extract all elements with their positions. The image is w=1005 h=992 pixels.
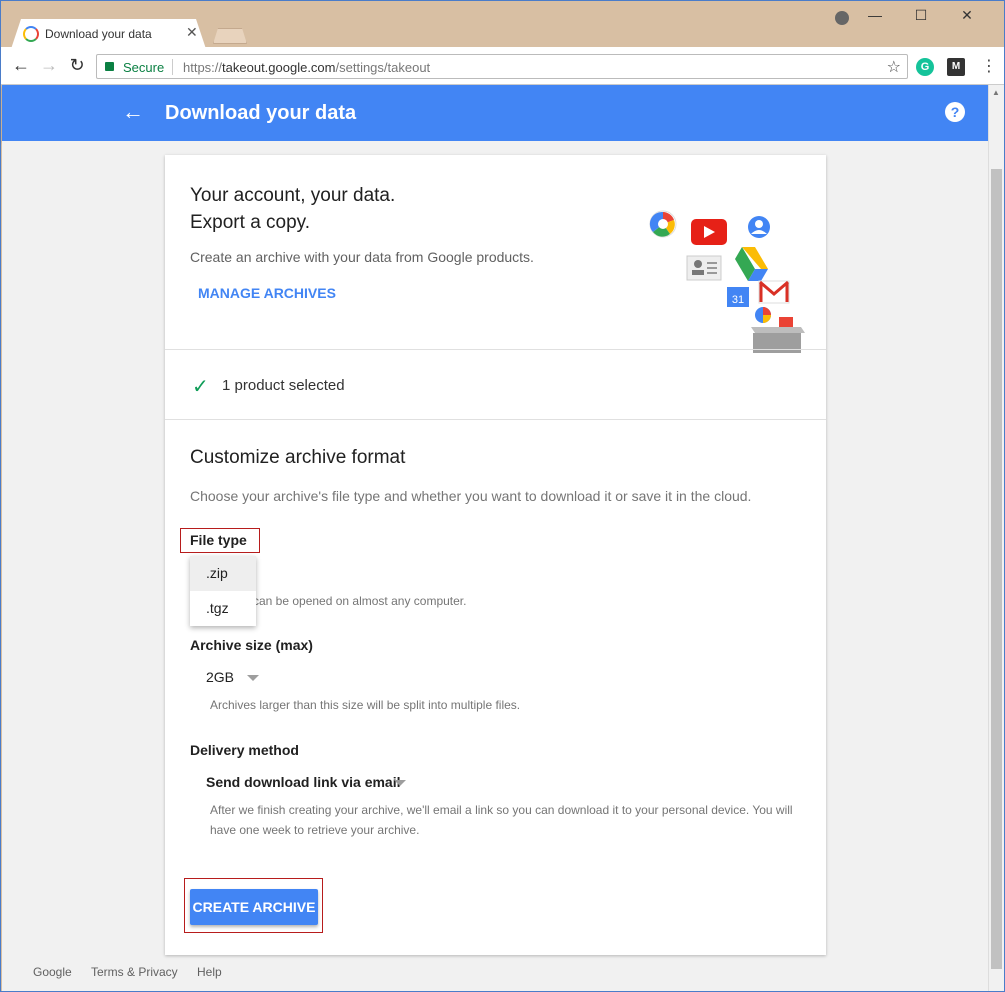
takeout-card: Your account, your data. Export a copy. … bbox=[165, 155, 826, 955]
scroll-thumb[interactable] bbox=[991, 169, 1002, 969]
footer-link-help[interactable]: Help bbox=[197, 965, 222, 979]
address-bar[interactable]: Secure https://takeout.google.com/settin… bbox=[96, 54, 908, 79]
account-icon[interactable] bbox=[835, 11, 849, 25]
browser-menu-icon[interactable]: ⋮ bbox=[981, 56, 997, 76]
checkmark-icon: ✓ bbox=[192, 374, 209, 399]
lock-icon bbox=[105, 62, 114, 71]
minimize-icon[interactable]: — bbox=[852, 7, 898, 24]
hero-subtitle: Create an archive with your data from Go… bbox=[190, 249, 534, 265]
hero-title: Your account, your data. Export a copy. bbox=[190, 182, 395, 236]
scroll-up-icon[interactable]: ▲ bbox=[992, 88, 1000, 97]
archive-box-icon bbox=[751, 307, 805, 353]
products-selected-summary[interactable]: 1 product selected bbox=[222, 377, 345, 394]
footer-link-google[interactable]: Google bbox=[33, 965, 72, 979]
grammarly-extension-icon[interactable]: G bbox=[916, 58, 934, 76]
product-icons-illustration: 31 bbox=[645, 205, 805, 355]
bookmark-star-icon[interactable]: ☆ bbox=[887, 57, 901, 77]
google-favicon-icon bbox=[23, 26, 39, 42]
contacts-icon bbox=[687, 256, 721, 280]
url-host: takeout.google.com bbox=[222, 60, 335, 75]
delivery-helper-line2: have one week to retrieve your archive. bbox=[210, 823, 419, 837]
address-separator bbox=[172, 59, 173, 75]
window-controls: — ☐ ✕ bbox=[852, 7, 990, 24]
calendar-day: 31 bbox=[732, 294, 744, 306]
page-title: Download your data bbox=[165, 102, 356, 125]
tab-title: Download your data bbox=[45, 27, 152, 41]
page-content: Your account, your data. Export a copy. … bbox=[2, 141, 988, 991]
maximize-icon[interactable]: ☐ bbox=[898, 7, 944, 24]
customize-format-title: Customize archive format bbox=[190, 447, 405, 469]
delivery-method-dropdown-icon[interactable] bbox=[394, 780, 406, 786]
delivery-helper-line1: After we finish creating your archive, w… bbox=[210, 803, 793, 817]
back-icon[interactable]: ← bbox=[10, 55, 32, 76]
forward-icon[interactable]: → bbox=[38, 55, 60, 76]
hero-title-line1: Your account, your data. bbox=[190, 182, 395, 209]
photos-icon bbox=[650, 211, 676, 237]
help-icon[interactable]: ? bbox=[945, 102, 965, 122]
section-divider bbox=[165, 349, 826, 350]
browser-tab[interactable]: Download your data ✕ bbox=[11, 19, 206, 49]
delivery-method-label: Delivery method bbox=[190, 742, 299, 758]
delivery-method-value[interactable]: Send download link via email bbox=[206, 774, 401, 790]
manage-archives-link[interactable]: MANAGE ARCHIVES bbox=[198, 285, 336, 301]
drive-icon bbox=[735, 247, 768, 281]
archive-size-value[interactable]: 2GB bbox=[206, 669, 234, 685]
title-bar: Download your data ✕ — ☐ ✕ bbox=[1, 1, 1004, 47]
m-extension-icon[interactable]: M bbox=[947, 58, 965, 76]
file-type-option-zip[interactable]: .zip bbox=[190, 556, 256, 591]
browser-window: Download your data ✕ — ☐ ✕ ← → ↻ Secure … bbox=[0, 0, 1005, 992]
url-scheme: https:// bbox=[183, 60, 222, 75]
app-header: ← Download your data ? bbox=[2, 85, 988, 141]
file-type-helper: can be opened on almost any computer. bbox=[253, 594, 466, 608]
section-divider bbox=[165, 419, 826, 420]
back-arrow-icon[interactable]: ← bbox=[122, 99, 144, 125]
profile-icon bbox=[748, 216, 770, 238]
close-window-icon[interactable]: ✕ bbox=[944, 7, 990, 24]
file-type-label: File type bbox=[190, 532, 247, 548]
url-text: https://takeout.google.com/settings/take… bbox=[183, 60, 430, 75]
secure-label: Secure bbox=[123, 60, 164, 75]
hero-title-line2: Export a copy. bbox=[190, 209, 395, 236]
browser-toolbar: ← → ↻ Secure https://takeout.google.com/… bbox=[1, 47, 1004, 85]
archive-size-helper: Archives larger than this size will be s… bbox=[210, 698, 520, 712]
create-archive-button[interactable]: CREATE ARCHIVE bbox=[190, 889, 318, 925]
file-type-option-tgz[interactable]: .tgz bbox=[190, 591, 256, 626]
product-icons-svg: 31 bbox=[645, 205, 805, 355]
tab-close-icon[interactable]: ✕ bbox=[186, 24, 198, 41]
new-tab-button[interactable] bbox=[213, 28, 247, 44]
archive-size-label: Archive size (max) bbox=[190, 637, 313, 653]
url-path: /settings/takeout bbox=[336, 60, 431, 75]
customize-format-description: Choose your archive's file type and whet… bbox=[190, 488, 751, 504]
scrollbar[interactable]: ▲ bbox=[988, 85, 1004, 991]
file-type-dropdown[interactable]: .zip .tgz bbox=[190, 556, 256, 626]
reload-icon[interactable]: ↻ bbox=[66, 55, 88, 76]
gmail-icon bbox=[759, 281, 789, 303]
archive-size-dropdown-icon[interactable] bbox=[247, 675, 259, 681]
footer-link-terms[interactable]: Terms & Privacy bbox=[91, 965, 178, 979]
calendar-icon: 31 bbox=[727, 287, 749, 307]
youtube-icon bbox=[691, 219, 727, 245]
